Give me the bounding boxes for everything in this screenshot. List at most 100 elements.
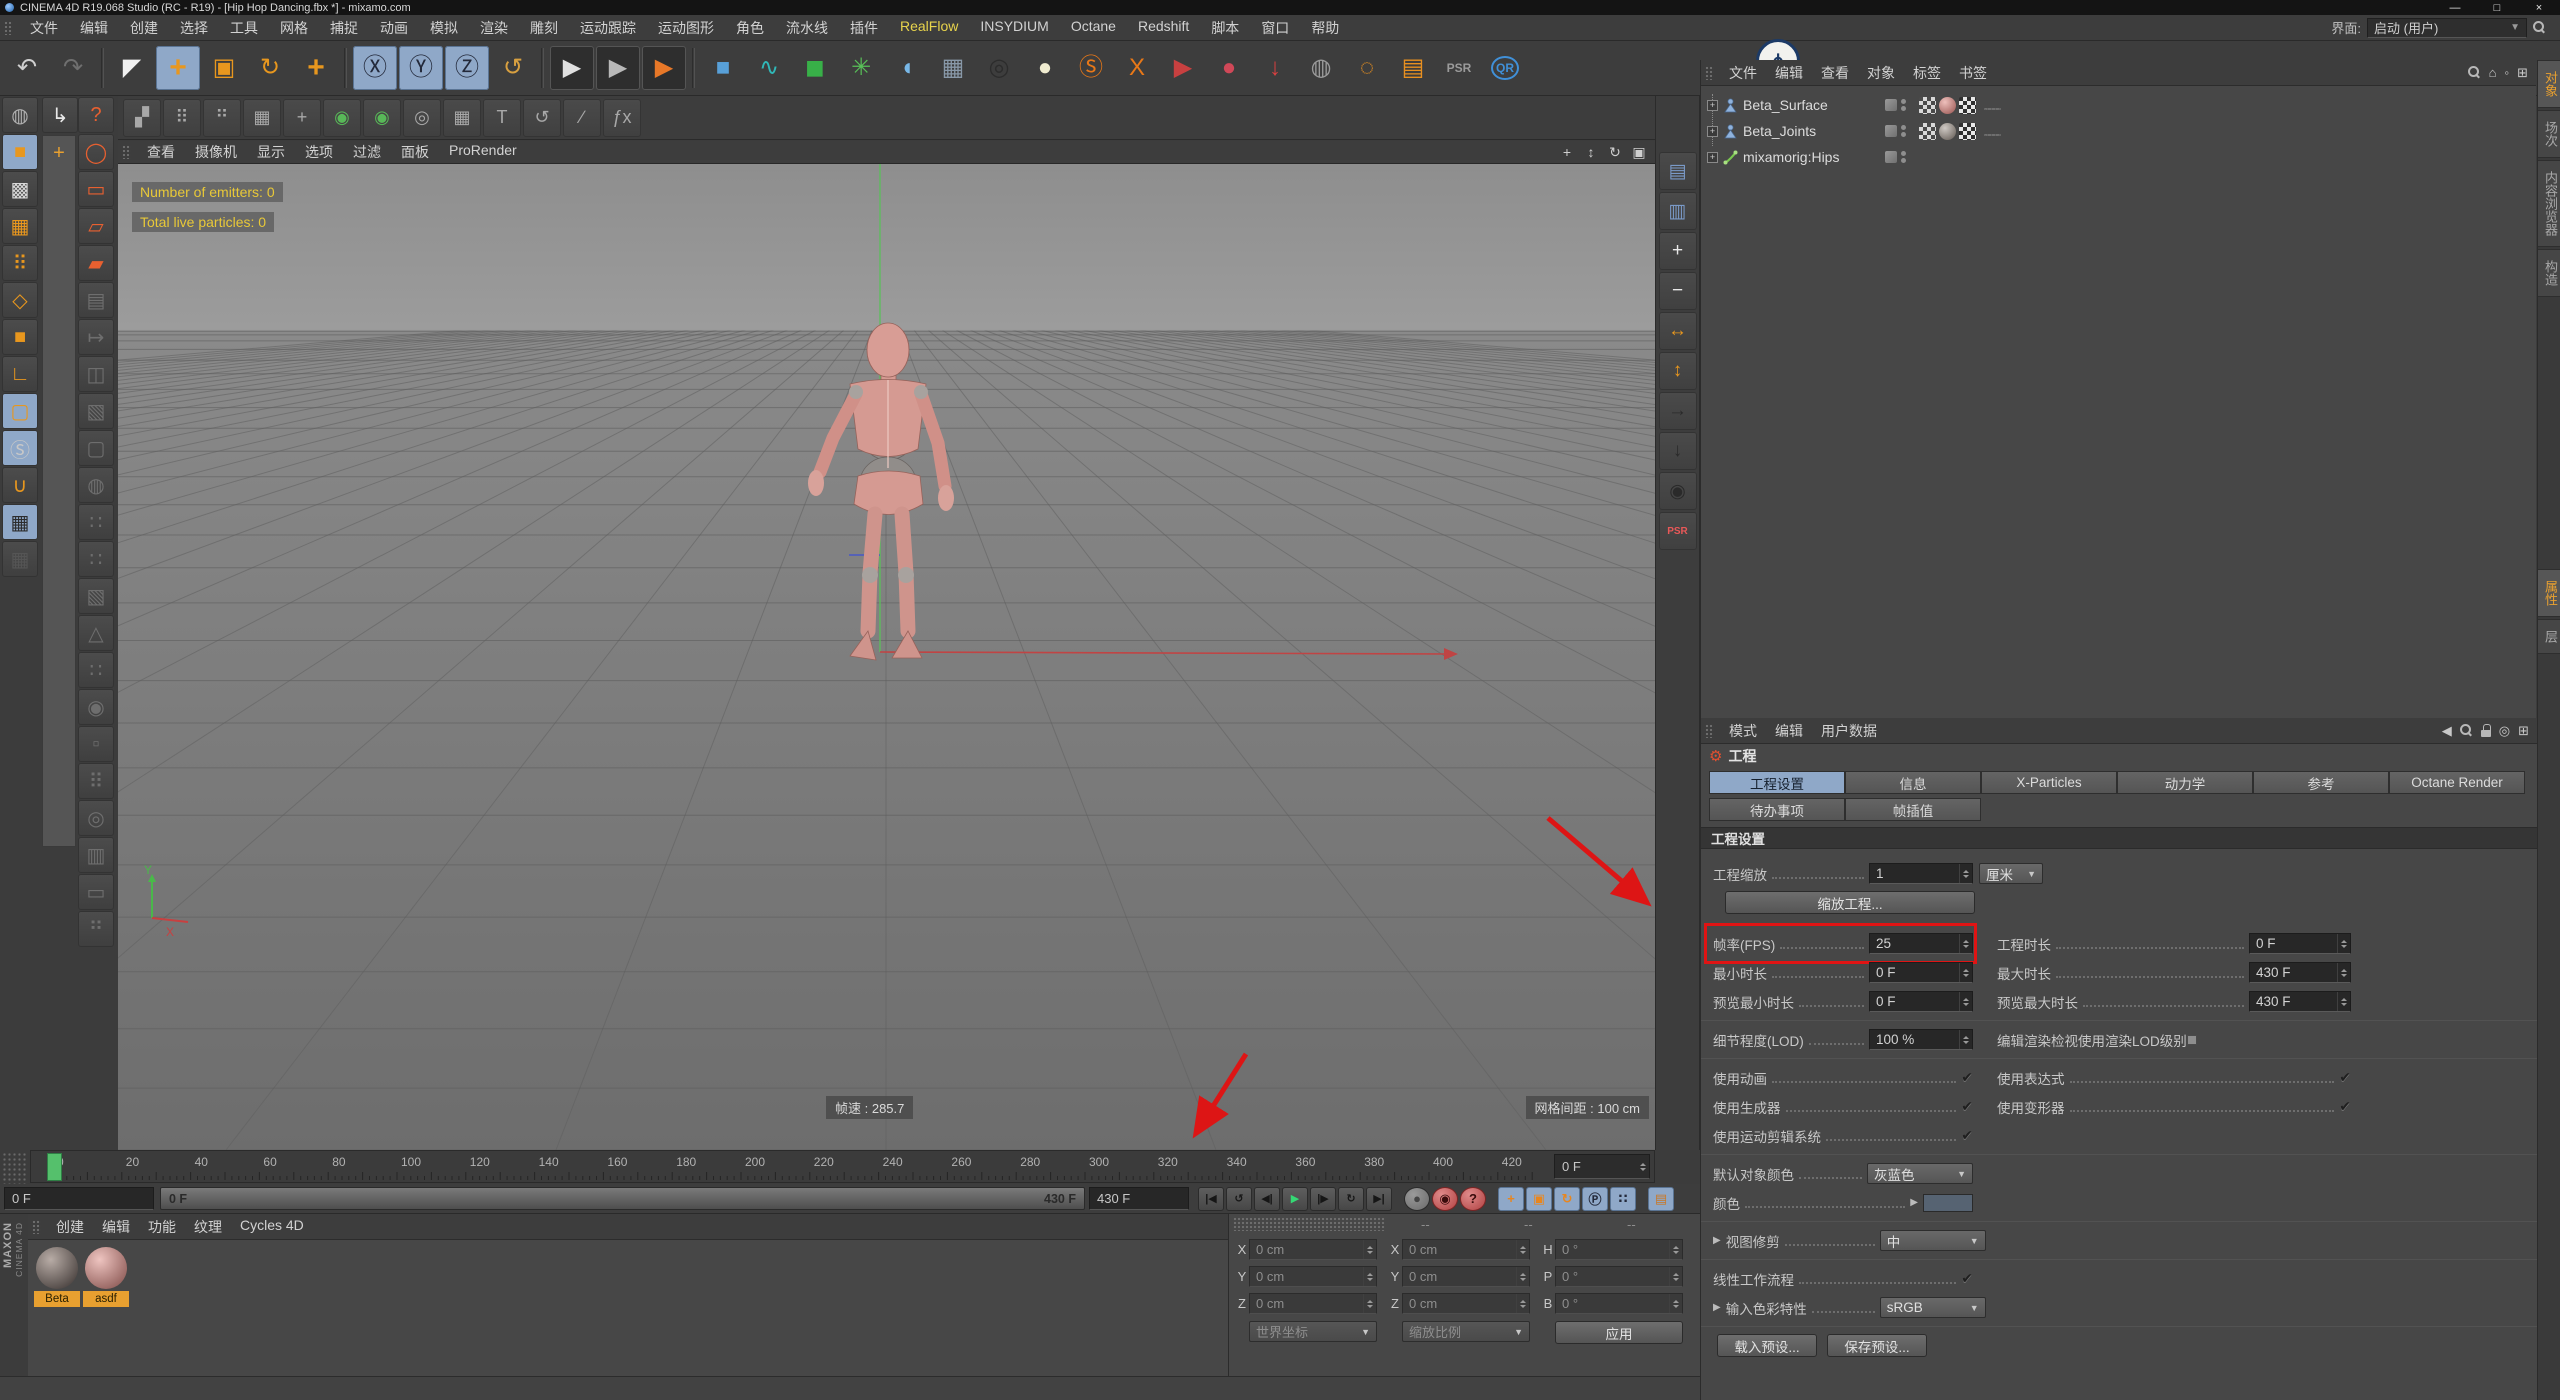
expander-icon[interactable]: ▶ [1713, 1302, 1721, 1313]
checker-tag-icon[interactable] [1959, 123, 1976, 140]
snap-mode-button[interactable]: Ⓢ [2, 430, 38, 466]
object-menu-编辑[interactable]: 编辑 [1766, 63, 1812, 83]
tab-信息[interactable]: 信息 [1845, 771, 1981, 794]
menu-模拟[interactable]: 模拟 [419, 18, 469, 38]
move-tool-button[interactable]: + [156, 46, 200, 90]
menu-运动跟踪[interactable]: 运动跟踪 [569, 18, 647, 38]
key-scale-button[interactable]: ▣ [1526, 1187, 1552, 1211]
side-tab-构造[interactable]: 构造 [2538, 249, 2560, 297]
dots-tag-icon[interactable] [1984, 134, 2001, 136]
frame-spinner[interactable]: 0 F [1554, 1154, 1650, 1179]
coord-field[interactable]: 0 ° [1555, 1239, 1683, 1260]
checkbox-checked[interactable]: ✔ [2339, 1098, 2351, 1115]
coord-field[interactable]: 0 cm [1402, 1293, 1530, 1314]
checkbox-checked[interactable]: ✔ [1961, 1127, 1973, 1144]
coord-field[interactable]: 0 cm [1249, 1266, 1377, 1287]
object-menu-书签[interactable]: 书签 [1950, 63, 1996, 83]
menu-雕刻[interactable]: 雕刻 [519, 18, 569, 38]
motion-system-button[interactable]: ▤ [1648, 1187, 1674, 1211]
menu-帮助[interactable]: 帮助 [1300, 18, 1350, 38]
spinner-icon[interactable] [1669, 1294, 1682, 1313]
drag-handle-icon[interactable] [1233, 1217, 1385, 1231]
expander-icon[interactable]: ▶ [1713, 1235, 1721, 1246]
workplane-mode-button[interactable]: ▦ [2, 208, 38, 244]
dots-tag-icon[interactable] [1984, 108, 2001, 110]
dropdown[interactable]: 中▼ [1880, 1230, 1986, 1251]
menu-窗口[interactable]: 窗口 [1250, 18, 1300, 38]
material-name[interactable]: Beta [34, 1291, 80, 1307]
preset-button[interactable]: 载入预设... [1717, 1334, 1817, 1357]
visibility-toggles[interactable] [1885, 98, 1906, 112]
coord-field[interactable]: 0 cm [1402, 1239, 1530, 1260]
coord-field[interactable]: 0 ° [1555, 1266, 1683, 1287]
side-tab-属性[interactable]: 属性 [2538, 569, 2560, 617]
expand-icon[interactable]: + [1707, 100, 1718, 111]
render-view-button[interactable]: ▶ [550, 46, 594, 90]
drop-to-floor-button[interactable]: ↓ [1253, 46, 1297, 90]
material-item[interactable]: Beta [34, 1246, 80, 1307]
viewport-menu-过滤[interactable]: 过滤 [343, 142, 391, 162]
goto-start-button[interactable]: |◀ [1198, 1187, 1224, 1211]
action-button[interactable]: 缩放工程... [1725, 891, 1975, 914]
tab-参考[interactable]: 参考 [2253, 771, 2389, 794]
add-primitive-cube-button[interactable]: ■ [701, 46, 745, 90]
lock-icon[interactable] [2481, 724, 2491, 737]
current-frame-field[interactable]: 0 F [4, 1187, 154, 1210]
workplane-toggle-button[interactable]: ▞ [123, 99, 161, 137]
menu-选择[interactable]: 选择 [169, 18, 219, 38]
inactive-tool-button[interactable]: ▢ [78, 430, 114, 466]
menu-INSYDIUM[interactable]: INSYDIUM [969, 18, 1059, 38]
layer-chip-icon[interactable] [1885, 99, 1897, 111]
visibility-dot-icon[interactable] [1901, 151, 1906, 156]
snap-grid-button[interactable]: ⠿ [163, 99, 201, 137]
color-swatch[interactable] [1923, 1194, 1973, 1212]
material-name[interactable]: asdf [83, 1291, 129, 1307]
spinner-icon[interactable] [2337, 963, 2350, 982]
polygons-mode-button[interactable]: ■ [2, 319, 38, 355]
texture-tag-icon[interactable] [1919, 97, 1936, 114]
menu-编辑[interactable]: 编辑 [69, 18, 119, 38]
menu-Redshift[interactable]: Redshift [1127, 18, 1200, 38]
object-name[interactable]: Beta_Surface [1743, 97, 1828, 113]
menu-动画[interactable]: 动画 [369, 18, 419, 38]
live-selection-button[interactable]: ◯ [78, 134, 114, 170]
tab-Octane Render[interactable]: Octane Render [2389, 771, 2525, 794]
value-field[interactable]: 430 F [2249, 962, 2351, 983]
menu-运动图形[interactable]: 运动图形 [647, 18, 725, 38]
close-button[interactable]: × [2518, 2, 2560, 14]
expand-icon[interactable]: + [1707, 126, 1718, 137]
spinner-icon[interactable] [2337, 992, 2350, 1011]
coord-field[interactable]: 0 cm [1249, 1293, 1377, 1314]
tab-X-Particles[interactable]: X-Particles [1981, 771, 2117, 794]
next-frame-button[interactable]: |▶ [1310, 1187, 1336, 1211]
material-menu-创建[interactable]: 创建 [47, 1217, 93, 1237]
inactive-tool-button[interactable]: ▤ [78, 282, 114, 318]
lock-y-axis-button[interactable]: Ⓨ [399, 46, 443, 90]
reset-psr-button[interactable]: ↺ [523, 99, 561, 137]
snap-edge-button[interactable]: ▦ [243, 99, 281, 137]
material-menu-Cycles 4D[interactable]: Cycles 4D [231, 1217, 313, 1237]
render-region-button[interactable]: ▶ [596, 46, 640, 90]
add-subdivision-surface-button[interactable]: ◼ [793, 46, 837, 90]
spinner-icon[interactable] [1669, 1240, 1682, 1259]
checkbox-checked[interactable]: ✔ [1961, 1270, 1973, 1287]
search-icon[interactable] [2533, 21, 2546, 34]
viewport-menu-ProRender[interactable]: ProRender [439, 142, 527, 162]
value-field[interactable]: 430 F [2249, 991, 2351, 1012]
inactive-tool-button[interactable]: ⠿ [78, 763, 114, 799]
maximize-button[interactable]: □ [2476, 2, 2518, 14]
record-active-objects-button[interactable]: ◉ [1659, 472, 1697, 510]
play-cycle-button[interactable]: ↻ [1338, 1187, 1364, 1211]
history-back-icon[interactable]: ◀ [2442, 723, 2452, 739]
spinner-icon[interactable] [1959, 934, 1972, 953]
spinner-icon[interactable] [1363, 1294, 1376, 1313]
object-row[interactable]: +Beta_Joints [1705, 118, 2536, 144]
side-tab-场次[interactable]: 场次 [2538, 110, 2560, 158]
checkbox-unchecked[interactable] [2187, 1035, 2197, 1045]
interface-dropdown[interactable]: 启动 (用户) ▼ [2367, 18, 2527, 38]
position-mode-dropdown[interactable]: 世界坐标▼ [1249, 1321, 1377, 1342]
layer-chip-icon[interactable] [1885, 125, 1897, 137]
inactive-tool-button[interactable]: ▫ [78, 726, 114, 762]
lock-x-axis-button[interactable]: Ⓧ [353, 46, 397, 90]
add-light-button[interactable]: ● [1023, 46, 1067, 90]
